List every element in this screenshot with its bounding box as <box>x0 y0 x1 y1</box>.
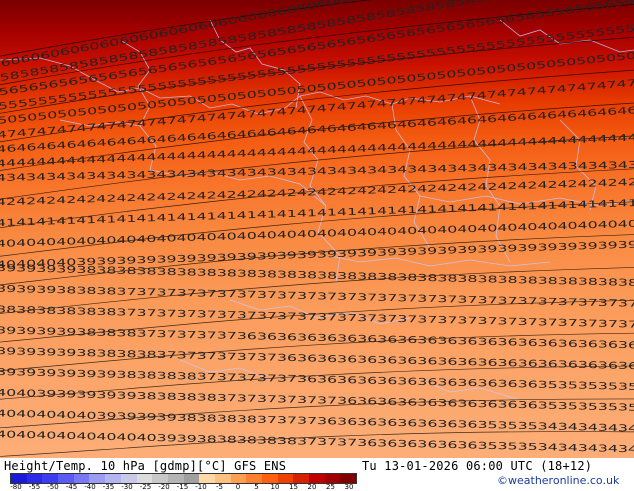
color-legend-swatch <box>183 474 200 483</box>
color-legend-swatch <box>309 474 325 483</box>
color-legend-swatch <box>167 474 184 483</box>
color-legend-swatch <box>89 474 106 483</box>
weather-map: 6060606060606060606060606060606060606060… <box>0 0 634 458</box>
color-legend-swatch <box>11 474 27 483</box>
map-title: Height/Temp. 10 hPa [gdmp][°C] GFS ENS <box>4 459 287 473</box>
color-legend-swatch <box>262 474 278 483</box>
color-legend-swatch <box>26 474 43 483</box>
color-legend-swatch <box>277 474 294 483</box>
color-legend-swatch <box>105 474 121 483</box>
color-legend-swatch <box>214 474 231 483</box>
color-legend-swatch <box>152 474 168 483</box>
map-footer: Height/Temp. 10 hPa [gdmp][°C] GFS ENS T… <box>0 458 634 491</box>
credit-link[interactable]: ©weatheronline.co.uk <box>497 474 619 487</box>
color-legend-swatch <box>199 474 215 483</box>
color-legend-swatch <box>58 474 74 483</box>
color-legend-swatch <box>73 474 90 483</box>
color-legend-swatch <box>120 474 137 483</box>
color-legend-swatch <box>42 474 59 483</box>
color-legend-swatch <box>230 474 247 483</box>
color-legend-swatch <box>246 474 262 483</box>
valid-time: Tu 13-01-2026 06:00 UTC (18+12) <box>362 459 593 473</box>
color-legend-swatch <box>136 474 153 483</box>
color-legend-swatch <box>324 474 341 483</box>
color-legend-swatch <box>293 474 310 483</box>
color-legend-swatch <box>340 474 357 483</box>
